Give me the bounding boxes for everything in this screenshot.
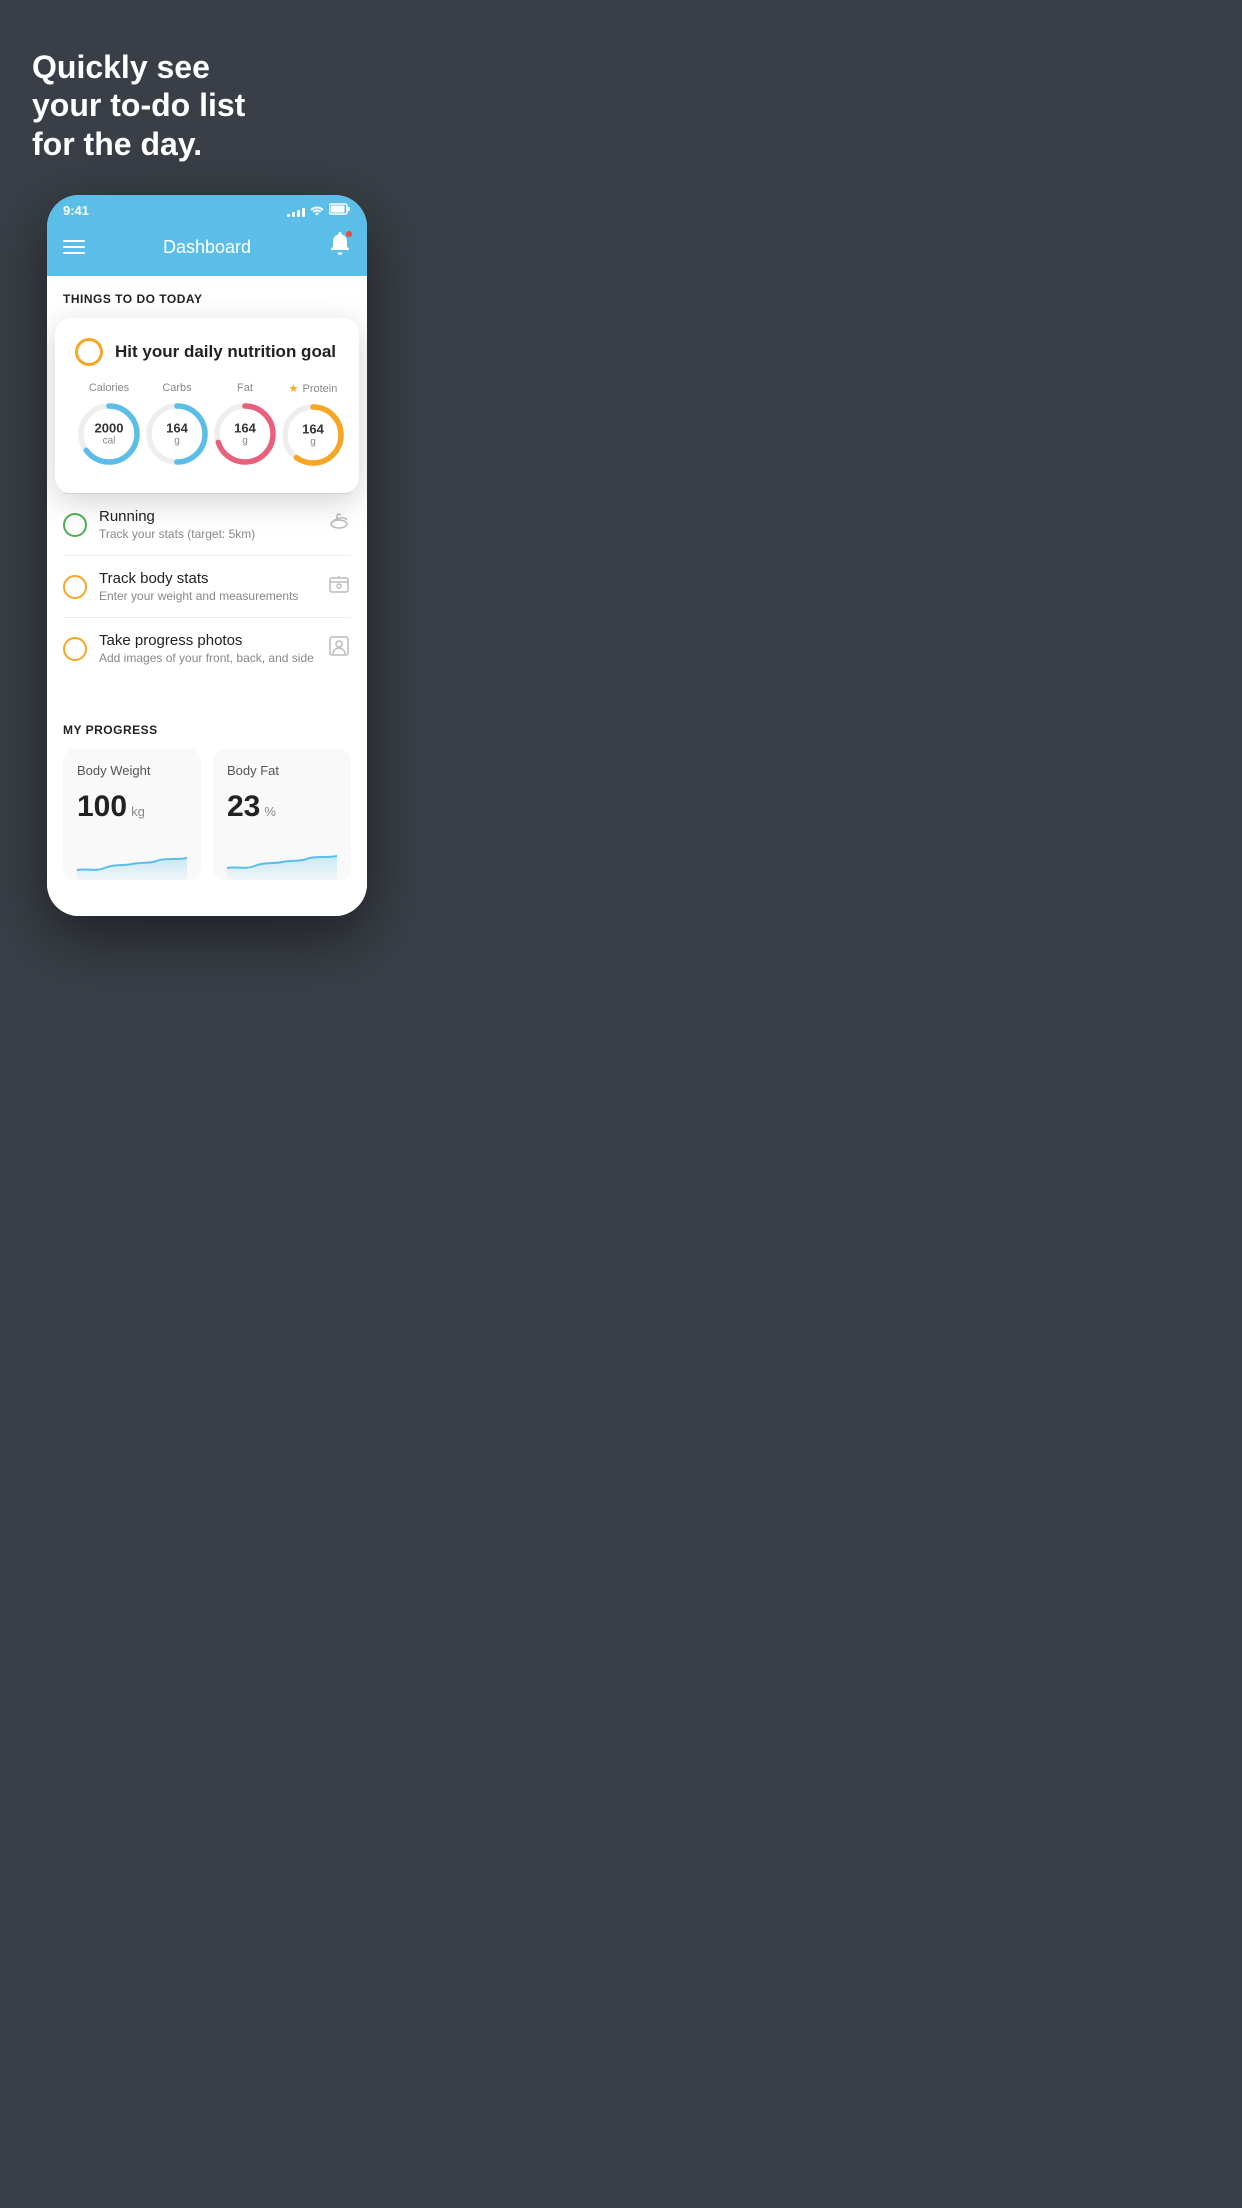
todo-item[interactable]: Take progress photos Add images of your … (63, 617, 351, 679)
hero-title: Quickly see your to-do list for the day. (32, 48, 382, 163)
nutrition-card-header: Hit your daily nutrition goal (75, 338, 339, 366)
nutrition-card-title: Hit your daily nutrition goal (115, 342, 336, 362)
donut-fat: 164 g (211, 400, 279, 468)
notification-badge (345, 230, 353, 238)
macro-label-fat: Fat (237, 382, 253, 394)
app-header: Dashboard (47, 222, 367, 276)
todo-name-1: Track body stats (99, 570, 315, 587)
todo-action-icon-1 (327, 572, 351, 602)
macro-label-protein: ★Protein (289, 382, 338, 395)
donut-value-carbs: 164 g (166, 422, 188, 447)
progress-card-body-fat[interactable]: Body Fat 23 % (213, 749, 351, 880)
todo-circle-1 (63, 575, 87, 599)
macro-item-protein: ★Protein 164 g (279, 382, 347, 469)
phone-mockup: 9:41 (47, 195, 367, 956)
hero-section: Quickly see your to-do list for the day. (0, 0, 414, 195)
star-icon: ★ (289, 382, 299, 395)
todo-circle-0 (63, 513, 87, 537)
progress-value-1: 23 (227, 790, 260, 824)
progress-title: MY PROGRESS (63, 723, 351, 737)
macro-item-fat: Fat 164 g (211, 382, 279, 468)
status-time: 9:41 (63, 203, 89, 218)
todo-text-0: Running Track your stats (target: 5km) (99, 508, 315, 541)
progress-value-row-0: 100 kg (77, 790, 187, 824)
wifi-icon (309, 203, 325, 218)
progress-card-title-1: Body Fat (227, 763, 337, 778)
todo-text-1: Track body stats Enter your weight and m… (99, 570, 315, 603)
progress-section: MY PROGRESS Body Weight 100 kg (47, 703, 367, 896)
todo-item[interactable]: Track body stats Enter your weight and m… (63, 555, 351, 617)
bell-icon (329, 236, 351, 261)
progress-card-body-weight[interactable]: Body Weight 100 kg (63, 749, 201, 880)
todo-circle-2 (63, 637, 87, 661)
phone-bottom (47, 896, 367, 916)
donut-value-calories: 2000 cal (95, 422, 124, 447)
header-title: Dashboard (163, 237, 251, 258)
donut-calories: 2000 cal (75, 400, 143, 468)
todo-item[interactable]: Running Track your stats (target: 5km) (63, 493, 351, 555)
sparkline-1 (227, 840, 337, 880)
nutrition-card[interactable]: Hit your daily nutrition goal Calories 2… (55, 318, 359, 493)
signal-icon (287, 205, 305, 217)
donut-carbs: 164 g (143, 400, 211, 468)
progress-card-title-0: Body Weight (77, 763, 187, 778)
notification-button[interactable] (329, 232, 351, 262)
todo-action-icon-0 (327, 510, 351, 540)
macro-item-calories: Calories 2000 cal (75, 382, 143, 468)
macro-label-carbs: Carbs (162, 382, 191, 394)
macro-label-calories: Calories (89, 382, 129, 394)
todo-text-2: Take progress photos Add images of your … (99, 632, 315, 665)
todo-name-0: Running (99, 508, 315, 525)
status-bar: 9:41 (47, 195, 367, 222)
status-icons (287, 203, 351, 218)
macros-row: Calories 2000 cal Carbs 164 (75, 382, 339, 469)
progress-value-0: 100 (77, 790, 127, 824)
todo-list: Running Track your stats (target: 5km) T… (47, 493, 367, 679)
progress-unit-0: kg (131, 804, 145, 819)
todo-name-2: Take progress photos (99, 632, 315, 649)
content-area: THINGS TO DO TODAY Hit your daily nutrit… (47, 276, 367, 493)
battery-icon (329, 203, 351, 218)
macro-item-carbs: Carbs 164 g (143, 382, 211, 468)
todo-desc-1: Enter your weight and measurements (99, 589, 315, 603)
things-today-title: THINGS TO DO TODAY (63, 292, 351, 306)
todo-desc-0: Track your stats (target: 5km) (99, 527, 315, 541)
menu-button[interactable] (63, 240, 85, 254)
progress-cards: Body Weight 100 kg Body Fat (63, 749, 351, 880)
progress-unit-1: % (264, 804, 276, 819)
donut-value-protein: 164 g (302, 423, 324, 448)
sparkline-0 (77, 840, 187, 880)
phone-shell: 9:41 (47, 195, 367, 916)
donut-protein: 164 g (279, 401, 347, 469)
nutrition-check-circle (75, 338, 103, 366)
todo-desc-2: Add images of your front, back, and side (99, 651, 315, 665)
progress-value-row-1: 23 % (227, 790, 337, 824)
todo-action-icon-2 (327, 634, 351, 664)
donut-value-fat: 164 g (234, 422, 256, 447)
